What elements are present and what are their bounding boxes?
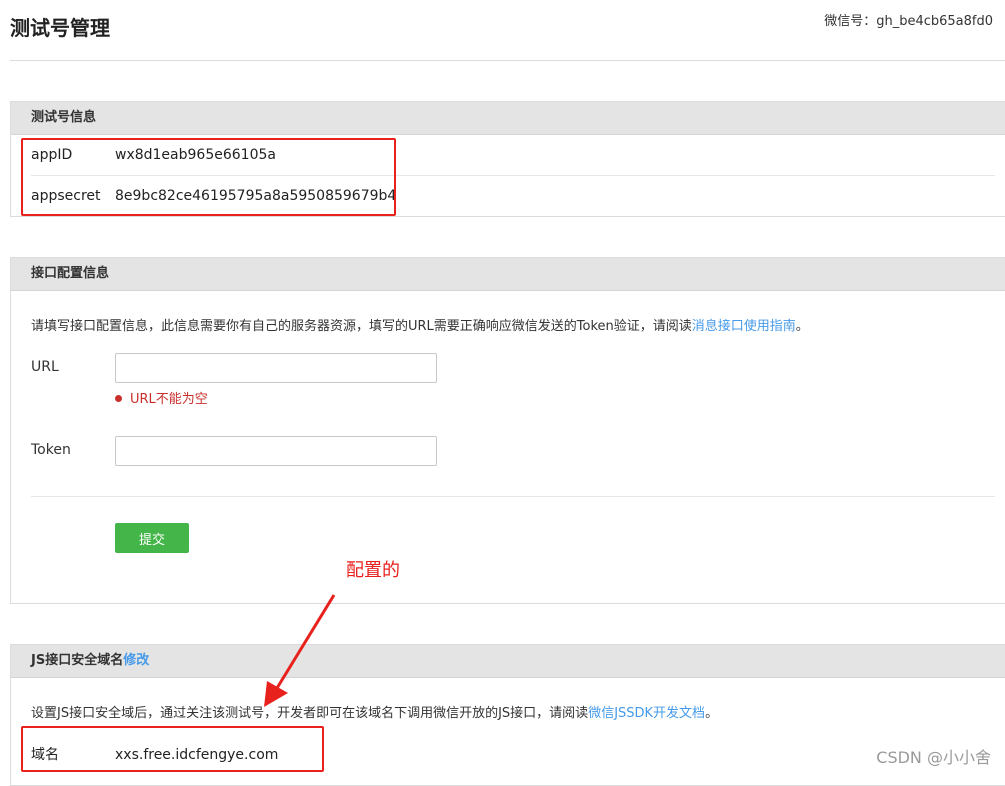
url-error-message: URL不能为空 bbox=[115, 388, 208, 407]
domain-highlight-box bbox=[21, 726, 324, 772]
form-divider bbox=[31, 496, 995, 497]
message-interface-guide-link[interactable]: 消息接口使用指南 bbox=[692, 319, 796, 334]
js-domain-header: JS接口安全域名修改 bbox=[11, 645, 1005, 678]
appid-secret-highlight-box bbox=[21, 138, 396, 216]
wechat-id-label: 微信号： bbox=[824, 14, 877, 29]
csdn-watermark: CSDN @小小舍 bbox=[876, 748, 991, 767]
error-dot-icon bbox=[115, 395, 122, 402]
interface-config-description-end: 。 bbox=[795, 319, 809, 334]
header-divider bbox=[10, 60, 1005, 61]
page-title: 测试号管理 bbox=[10, 16, 110, 40]
annotation-arrow-icon bbox=[264, 594, 336, 707]
token-label: Token bbox=[31, 442, 71, 458]
interface-config-panel: 接口配置信息 请填写接口配置信息，此信息需要你有自己的服务器资源，填写的URL需… bbox=[10, 257, 1005, 604]
js-domain-description: 设置JS接口安全域后，通过关注该测试号，开发者即可在该域名下调用微信开放的JS接… bbox=[31, 702, 718, 721]
edit-domain-link[interactable]: 修改 bbox=[123, 653, 149, 668]
jssdk-doc-link[interactable]: 微信JSSDK开发文档 bbox=[588, 706, 705, 721]
wechat-id: 微信号：gh_be4cb65a8fd0 bbox=[824, 10, 993, 29]
token-input[interactable] bbox=[115, 436, 437, 466]
url-error-text: URL不能为空 bbox=[130, 392, 208, 407]
wechat-id-value: gh_be4cb65a8fd0 bbox=[876, 14, 993, 29]
annotation-label: 配置的 bbox=[346, 560, 400, 581]
interface-config-description: 请填写接口配置信息，此信息需要你有自己的服务器资源，填写的URL需要正确响应微信… bbox=[31, 315, 809, 334]
url-label: URL bbox=[31, 359, 59, 375]
submit-button[interactable]: 提交 bbox=[115, 523, 189, 553]
interface-config-header: 接口配置信息 bbox=[11, 258, 1005, 291]
test-account-header: 测试号信息 bbox=[11, 102, 1005, 135]
url-input[interactable] bbox=[115, 353, 437, 383]
interface-config-description-text: 请填写接口配置信息，此信息需要你有自己的服务器资源，填写的URL需要正确响应微信… bbox=[31, 319, 692, 334]
js-domain-description-end: 。 bbox=[705, 706, 719, 721]
js-domain-title: JS接口安全域名 bbox=[31, 653, 124, 668]
